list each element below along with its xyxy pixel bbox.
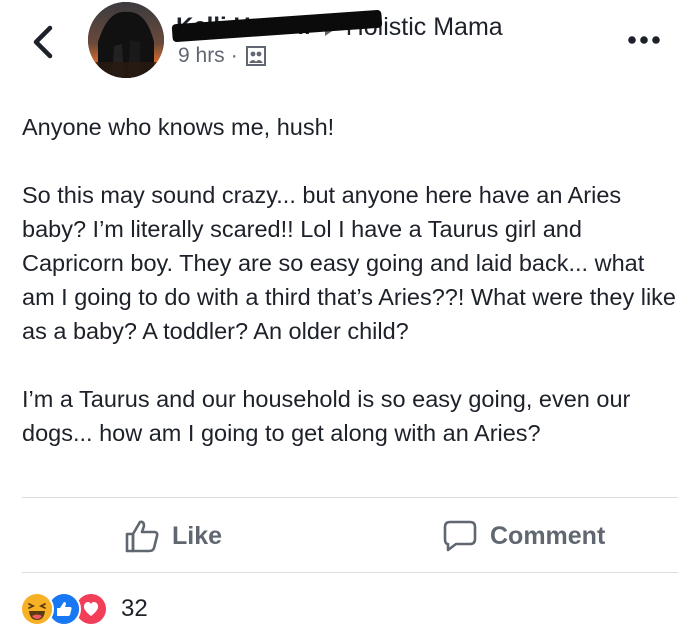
post-text: Anyone who knows me, hush! So this may s…	[22, 110, 682, 484]
group-members-icon	[245, 46, 266, 66]
like-button[interactable]: Like	[124, 514, 222, 558]
haha-icon	[20, 592, 54, 626]
divider	[22, 497, 678, 498]
meta-separator: ·	[230, 44, 238, 67]
post-paragraph: Anyone who knows me, hush!	[22, 114, 335, 140]
thumbs-up-icon	[125, 520, 159, 553]
comment-button[interactable]: Comment	[442, 514, 605, 558]
avatar[interactable]	[88, 2, 164, 78]
comment-label: Comment	[490, 521, 606, 550]
author-name[interactable]: Kelli Howell	[171, 9, 383, 43]
reactions-summary[interactable]: 32	[20, 592, 148, 626]
like-label: Like	[172, 521, 223, 550]
post-paragraph: So this may sound crazy... but anyone he…	[22, 182, 676, 344]
post-header: Kelli Howell Holistic Mama 9 hrs ·	[0, 0, 700, 100]
post-paragraph: I’m a Taurus and our household is so eas…	[22, 386, 631, 446]
timestamp[interactable]: 9 hrs	[178, 44, 225, 68]
author-line: Kelli Howell Holistic Mama	[171, 9, 503, 44]
back-chevron-icon[interactable]	[28, 24, 58, 60]
divider	[22, 572, 678, 573]
reaction-count: 32	[121, 595, 148, 622]
more-options-icon[interactable]	[626, 30, 662, 50]
post-meta: 9 hrs ·	[178, 44, 266, 68]
comment-bubble-icon	[443, 520, 477, 552]
